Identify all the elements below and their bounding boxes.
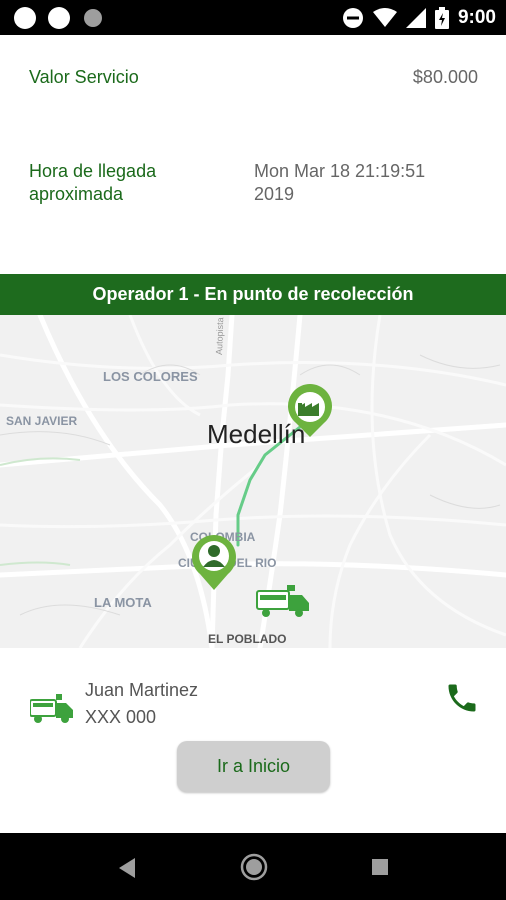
operator-status-text: Operador 1 - En punto de recolección xyxy=(92,284,414,304)
driver-name: Juan Martinez xyxy=(85,680,199,700)
service-value-label: Valor Servicio xyxy=(29,67,139,87)
phone-icon[interactable] xyxy=(444,680,480,716)
map-label-la-mota: LA MOTA xyxy=(94,595,152,610)
notification-dot-icon xyxy=(84,9,102,27)
system-nav-bar xyxy=(0,833,506,900)
route-map[interactable]: LOS COLORES SAN JAVIER Medellín COLOMBIA… xyxy=(0,315,506,648)
map-label-city: Medellín xyxy=(207,419,305,449)
notification-dot-icon xyxy=(48,7,70,29)
service-value-amount: $80.000 xyxy=(412,67,478,87)
eta-label-line1: Hora de llegada xyxy=(29,161,157,181)
eta-value-line1: Mon Mar 18 21:19:51 xyxy=(254,161,426,181)
status-bar: 9:00 xyxy=(0,0,506,35)
wifi-icon xyxy=(372,7,397,27)
map-label-san-javier: SAN JAVIER xyxy=(6,414,77,428)
driver-plate: XXX 000 xyxy=(85,707,157,727)
cell-signal-icon xyxy=(405,7,426,28)
notification-dot-icon xyxy=(14,7,36,29)
battery-icon xyxy=(434,6,449,29)
status-time: 9:00 xyxy=(457,6,496,28)
map-label-autopista: Autopista xyxy=(214,317,225,355)
home-icon[interactable] xyxy=(240,853,268,881)
eta-label-line2: aproximada xyxy=(29,184,124,204)
go-home-button[interactable]: Ir a Inicio xyxy=(177,741,330,792)
truck-icon xyxy=(30,694,73,723)
do-not-disturb-icon xyxy=(342,7,363,28)
map-canvas[interactable]: LOS COLORES SAN JAVIER Medellín COLOMBIA… xyxy=(0,315,506,648)
map-label-los-colores: LOS COLORES xyxy=(103,369,198,384)
operator-status-banner: Operador 1 - En punto de recolección xyxy=(0,274,506,315)
recents-icon[interactable] xyxy=(370,857,390,877)
eta-value-line2: 2019 xyxy=(254,184,295,204)
back-icon[interactable] xyxy=(117,857,137,879)
map-label-el-poblado: EL POBLADO xyxy=(208,632,286,646)
